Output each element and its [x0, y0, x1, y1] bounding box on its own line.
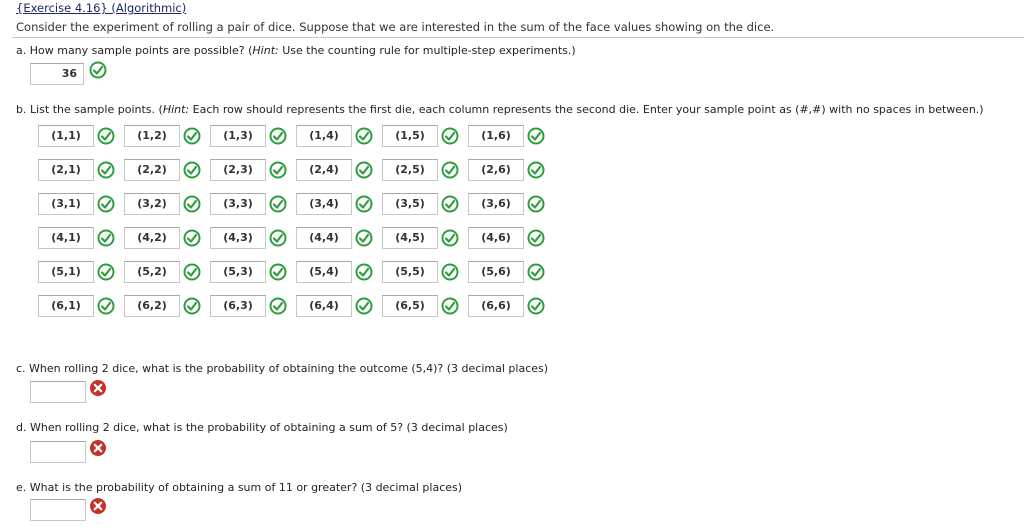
question-a-hint-label: Hint: — [252, 44, 279, 57]
exercise-title[interactable]: {Exercise 4.16} (Algorithmic) — [16, 1, 186, 15]
sample-point-input[interactable]: (3,2) — [124, 193, 180, 215]
answer-c-input[interactable] — [30, 381, 86, 403]
sample-point-input[interactable]: (6,3) — [210, 295, 266, 317]
check-circle-icon — [97, 229, 115, 247]
question-a-prefix: a. How many sample points are possible? … — [16, 44, 253, 57]
x-circle-icon — [90, 380, 106, 396]
sample-point-input[interactable]: (2,2) — [124, 159, 180, 181]
sample-point-input[interactable]: (1,1) — [38, 125, 94, 147]
check-circle-icon — [355, 229, 373, 247]
sample-point-input[interactable]: (5,4) — [296, 261, 352, 283]
check-circle-icon — [441, 263, 459, 281]
check-circle-icon — [527, 297, 545, 315]
sample-point-input[interactable]: (5,1) — [38, 261, 94, 283]
check-circle-icon — [355, 195, 373, 213]
question-a-hint: Use the counting rule for multiple-step … — [278, 44, 576, 57]
check-circle-icon — [97, 127, 115, 145]
question-b-hint: Each row should represents the first die… — [189, 103, 984, 116]
check-circle-icon — [183, 229, 201, 247]
check-circle-icon — [183, 195, 201, 213]
sample-point-input[interactable]: (4,5) — [382, 227, 438, 249]
sample-point-input[interactable]: (6,2) — [124, 295, 180, 317]
check-circle-icon — [97, 297, 115, 315]
check-circle-icon — [183, 263, 201, 281]
check-circle-icon — [97, 161, 115, 179]
question-b-hint-label: Hint: — [162, 103, 190, 116]
check-circle-icon — [183, 161, 201, 179]
sample-point-input[interactable]: (3,1) — [38, 193, 94, 215]
sample-point-input[interactable]: (5,5) — [382, 261, 438, 283]
check-circle-icon — [89, 61, 107, 79]
sample-point-input[interactable]: (2,3) — [210, 159, 266, 181]
sample-point-input[interactable]: (2,5) — [382, 159, 438, 181]
x-circle-icon — [90, 440, 106, 456]
sample-point-input[interactable]: (6,5) — [382, 295, 438, 317]
check-circle-icon — [441, 127, 459, 145]
check-circle-icon — [527, 229, 545, 247]
answer-e-input[interactable] — [30, 499, 86, 521]
check-circle-icon — [269, 229, 287, 247]
check-circle-icon — [269, 161, 287, 179]
check-circle-icon — [441, 229, 459, 247]
question-a: a. How many sample points are possible? … — [16, 44, 576, 57]
sample-point-input[interactable]: (5,3) — [210, 261, 266, 283]
sample-point-input[interactable]: (3,4) — [296, 193, 352, 215]
sample-point-input[interactable]: (6,6) — [468, 295, 524, 317]
sample-point-input[interactable]: (4,3) — [210, 227, 266, 249]
check-circle-icon — [269, 127, 287, 145]
sample-point-input[interactable]: (4,2) — [124, 227, 180, 249]
sample-point-input[interactable]: (3,3) — [210, 193, 266, 215]
check-circle-icon — [97, 263, 115, 281]
check-circle-icon — [269, 297, 287, 315]
sample-point-input[interactable]: (5,6) — [468, 261, 524, 283]
question-c: c. When rolling 2 dice, what is the prob… — [16, 362, 549, 375]
x-circle-icon — [90, 498, 106, 514]
check-circle-icon — [441, 195, 459, 213]
check-circle-icon — [527, 161, 545, 179]
check-circle-icon — [269, 263, 287, 281]
divider — [12, 37, 1024, 38]
check-circle-icon — [527, 127, 545, 145]
exercise-intro: Consider the experiment of rolling a pai… — [16, 20, 775, 34]
sample-point-input[interactable]: (1,3) — [210, 125, 266, 147]
check-circle-icon — [355, 297, 373, 315]
check-circle-icon — [355, 127, 373, 145]
question-b: b. List the sample points. (Hint: Each r… — [16, 103, 984, 116]
sample-point-input[interactable]: (4,6) — [468, 227, 524, 249]
check-circle-icon — [183, 297, 201, 315]
sample-point-input[interactable]: (5,2) — [124, 261, 180, 283]
check-circle-icon — [441, 297, 459, 315]
answer-d-input[interactable] — [30, 441, 86, 463]
sample-point-input[interactable]: (2,6) — [468, 159, 524, 181]
sample-point-input[interactable]: (6,1) — [38, 295, 94, 317]
check-circle-icon — [527, 263, 545, 281]
check-circle-icon — [97, 195, 115, 213]
check-circle-icon — [355, 263, 373, 281]
check-circle-icon — [527, 195, 545, 213]
sample-point-input[interactable]: (2,4) — [296, 159, 352, 181]
check-circle-icon — [355, 161, 373, 179]
check-circle-icon — [183, 127, 201, 145]
question-b-prefix: b. List the sample points. ( — [16, 103, 163, 116]
sample-point-input[interactable]: (6,4) — [296, 295, 352, 317]
sample-point-input[interactable]: (1,4) — [296, 125, 352, 147]
sample-point-input[interactable]: (3,5) — [382, 193, 438, 215]
sample-point-input[interactable]: (1,6) — [468, 125, 524, 147]
sample-point-input[interactable]: (4,4) — [296, 227, 352, 249]
check-circle-icon — [269, 195, 287, 213]
question-d: d. When rolling 2 dice, what is the prob… — [16, 421, 508, 434]
sample-point-input[interactable]: (1,2) — [124, 125, 180, 147]
sample-point-input[interactable]: (2,1) — [38, 159, 94, 181]
question-e: e. What is the probability of obtaining … — [16, 481, 463, 494]
sample-point-input[interactable]: (1,5) — [382, 125, 438, 147]
sample-point-input[interactable]: (3,6) — [468, 193, 524, 215]
sample-point-input[interactable]: (4,1) — [38, 227, 94, 249]
check-circle-icon — [441, 161, 459, 179]
answer-a-input[interactable]: 36 — [30, 63, 84, 85]
